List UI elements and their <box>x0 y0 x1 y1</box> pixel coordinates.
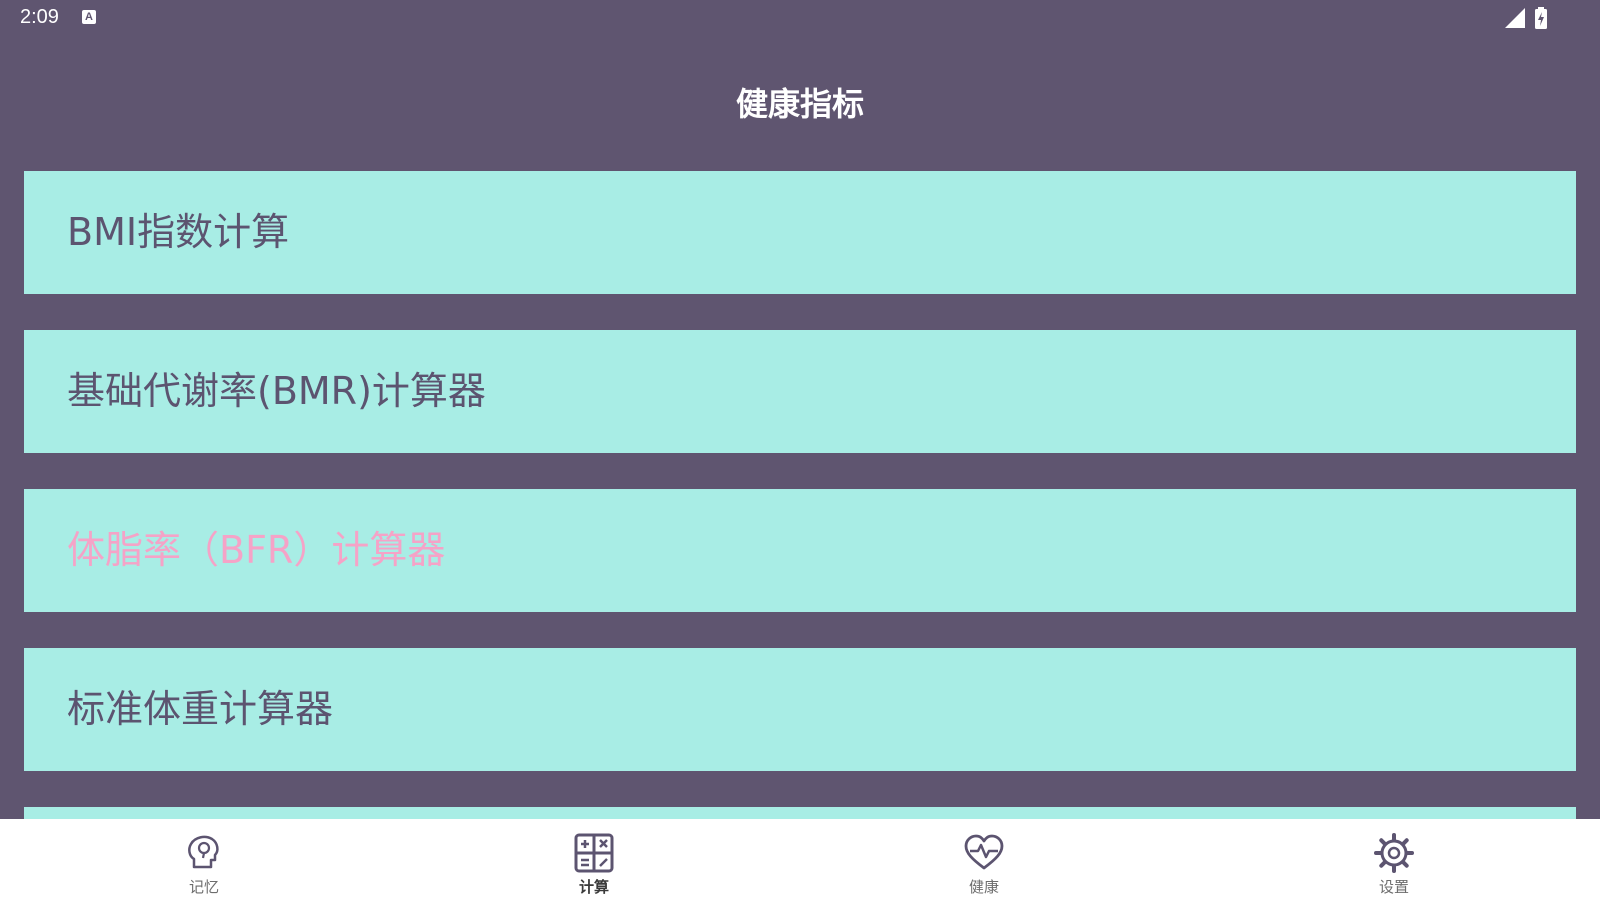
page-title: 健康指标 <box>735 85 864 123</box>
bmi-calculator-card[interactable]: BMI指数计算 <box>24 171 1576 294</box>
heart-pulse-icon <box>964 834 1004 870</box>
card-label: 体脂率（BFR）计算器 <box>67 528 446 572</box>
nav-label: 记忆 <box>188 878 219 896</box>
status-bar: 2:09 A <box>0 0 1600 36</box>
nav-item-settings[interactable]: 设置 <box>1334 819 1454 900</box>
card-label: 基础代谢率(BMR)计算器 <box>67 369 486 413</box>
gear-icon <box>1374 833 1414 873</box>
nav-item-calculate[interactable]: 计算 <box>534 819 654 900</box>
nav-label: 健康 <box>968 878 999 896</box>
calculator-icon <box>574 833 614 873</box>
battery-icon <box>1535 7 1547 29</box>
brain-head-icon <box>188 835 219 869</box>
calculator-list[interactable]: BMI指数计算 基础代谢率(BMR)计算器 体脂率（BFR）计算器 标准体重计算… <box>24 171 1576 819</box>
partial-card[interactable] <box>24 807 1576 819</box>
nav-label: 计算 <box>578 878 609 896</box>
bfr-calculator-card[interactable]: 体脂率（BFR）计算器 <box>24 489 1576 612</box>
standard-weight-calculator-card[interactable]: 标准体重计算器 <box>24 648 1576 771</box>
nav-label: 设置 <box>1378 878 1409 896</box>
bottom-nav: 记忆 计算 健康 设置 <box>0 819 1600 900</box>
notification-a-icon: A <box>82 10 96 24</box>
nav-item-memory[interactable]: 记忆 <box>144 819 264 900</box>
nav-item-health[interactable]: 健康 <box>924 819 1044 900</box>
card-label: 标准体重计算器 <box>67 687 334 731</box>
status-time: 2:09 <box>20 6 59 28</box>
card-label: BMI指数计算 <box>67 210 290 254</box>
bmr-calculator-card[interactable]: 基础代谢率(BMR)计算器 <box>24 330 1576 453</box>
signal-icon <box>1505 8 1525 28</box>
